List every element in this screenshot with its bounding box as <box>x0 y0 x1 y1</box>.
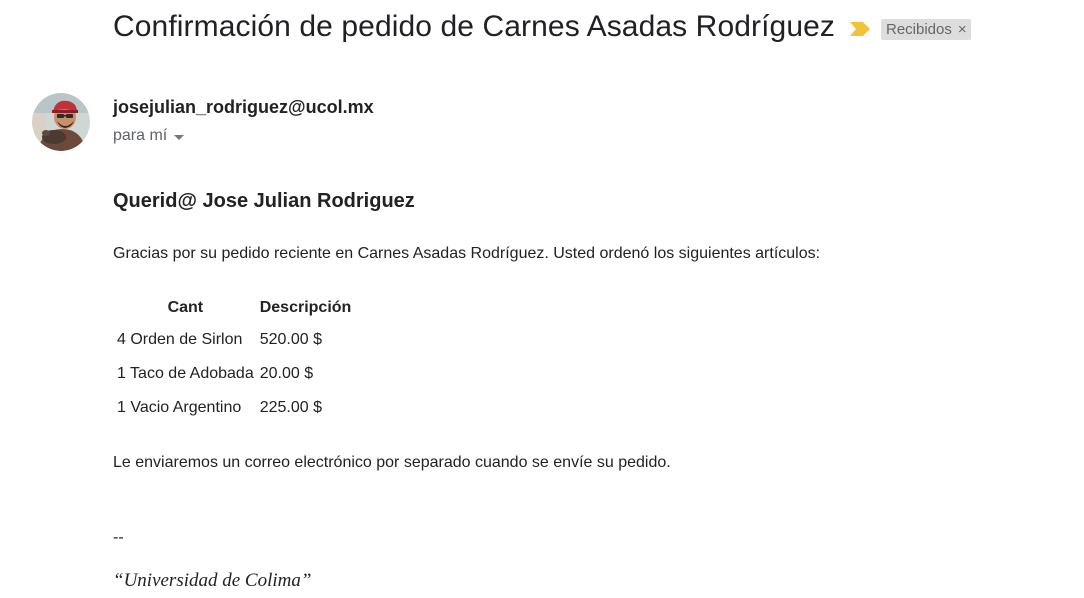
item-cell: 4 Orden de Sirlon <box>117 331 243 348</box>
email-signature: “Universidad de Colima” <box>113 570 312 591</box>
label-chip-recibidos[interactable]: Recibidos × <box>881 18 971 40</box>
item-cell: 1 Vacio Argentino <box>117 399 242 416</box>
recipient-text: para mí <box>113 127 168 144</box>
price-cell: 225.00 $ <box>259 399 322 416</box>
header-descripcion: Descripción <box>259 299 352 316</box>
sender-avatar[interactable] <box>32 93 90 151</box>
email-intro: Gracias por su pedido reciente en Carnes… <box>113 245 821 262</box>
chevron-down-icon[interactable] <box>174 134 185 140</box>
table-row: 1 Vacio Argentino 225.00 $ <box>115 391 353 425</box>
signature-separator: -- <box>113 529 124 546</box>
table-row: 1 Taco de Adobada 20.00 $ <box>115 357 353 391</box>
label-chip-text: Recibidos <box>886 20 952 38</box>
table-row: 4 Orden de Sirlon 520.00 $ <box>115 323 353 357</box>
sender-address: josejulian_rodriguez@ucol.mx <box>113 97 374 117</box>
order-table-header-row: Cant Descripción <box>115 293 353 323</box>
recipient-details-toggle[interactable]: para mí <box>113 127 185 145</box>
order-table: Cant Descripción 4 Orden de Sirlon 520.0… <box>113 293 355 425</box>
subject-row: Confirmación de pedido de Carnes Asadas … <box>113 10 971 44</box>
email-outro: Le enviaremos un correo electrónico por … <box>113 454 671 471</box>
importance-marker-icon[interactable] <box>849 21 871 37</box>
close-icon[interactable]: × <box>958 20 967 39</box>
email-greeting: Querid@ Jose Julian Rodriguez <box>113 190 415 212</box>
item-cell: 1 Taco de Adobada <box>117 365 254 382</box>
price-cell: 520.00 $ <box>259 331 322 348</box>
email-subject: Confirmación de pedido de Carnes Asadas … <box>113 10 835 43</box>
header-cant: Cant <box>167 299 204 316</box>
price-cell: 20.00 $ <box>259 365 314 382</box>
